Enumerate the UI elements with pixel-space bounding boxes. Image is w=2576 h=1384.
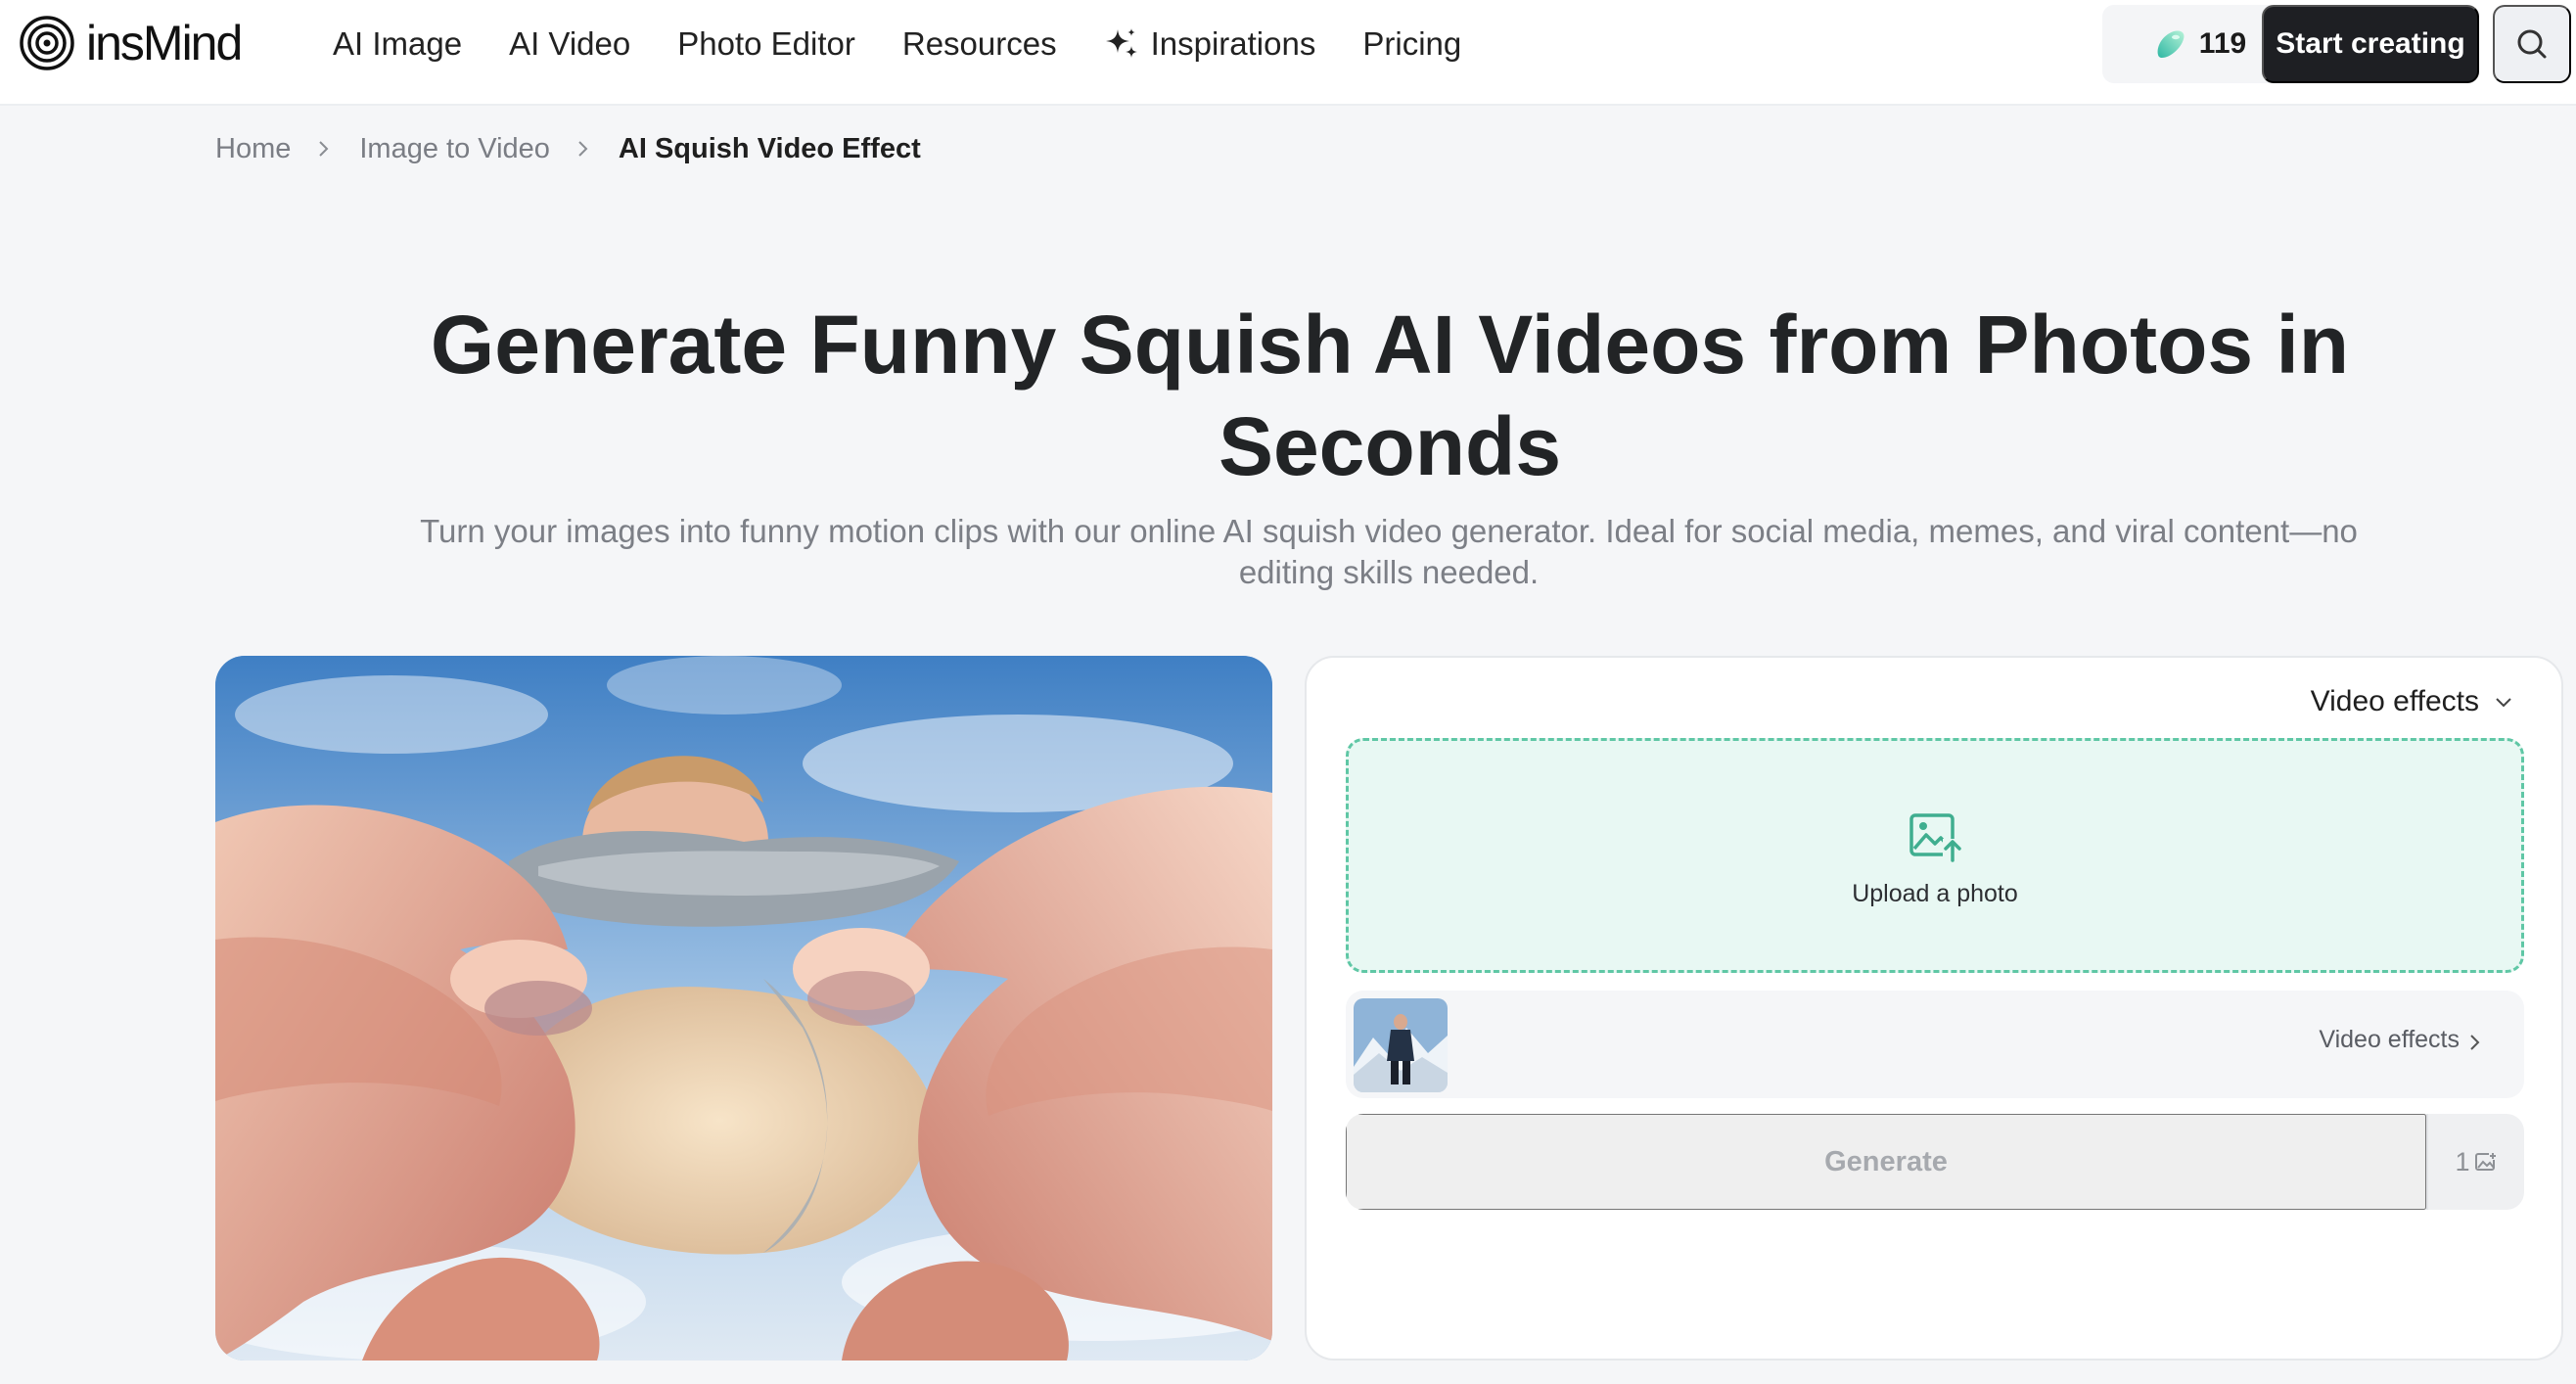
- effect-selector[interactable]: Video effects: [1346, 991, 2524, 1098]
- credits-value: 119: [2198, 27, 2247, 60]
- squish-illustration: [215, 656, 1272, 1361]
- image-count-icon: [2474, 1152, 2497, 1171]
- chevron-right-icon: [319, 141, 329, 157]
- nav-ai-image[interactable]: AI Image: [333, 25, 462, 63]
- generate-row: Generate 1: [1346, 1114, 2524, 1210]
- effect-preview-image: [215, 656, 1272, 1361]
- nav-photo-editor[interactable]: Photo Editor: [677, 25, 855, 63]
- chevron-right-icon: [2470, 1035, 2480, 1050]
- breadcrumb-image-to-video[interactable]: Image to Video: [359, 133, 550, 165]
- top-header: insMind AI Image AI Video Photo Editor R…: [0, 0, 2576, 106]
- search-button[interactable]: [2493, 5, 2571, 83]
- page-subtitle: Turn your images into funny motion clips…: [420, 513, 2358, 590]
- nav-pricing[interactable]: Pricing: [1362, 25, 1461, 63]
- page-title: Generate Funny Squish AI Videos from Pho…: [430, 299, 2350, 492]
- main-nav: AI Image AI Video Photo Editor Resources…: [333, 20, 1508, 69]
- page: insMind AI Image AI Video Photo Editor R…: [0, 0, 2576, 1384]
- generate-count-value: 1: [2455, 1146, 2470, 1176]
- brand-name: insMind: [86, 16, 243, 70]
- chevron-down-icon: [2496, 698, 2511, 708]
- start-creating-button[interactable]: Start creating: [2262, 5, 2479, 83]
- nav-inspirations[interactable]: Inspirations: [1104, 25, 1316, 63]
- video-effects-dropdown[interactable]: Video effects: [2311, 677, 2514, 726]
- generate-button[interactable]: Generate: [1346, 1114, 2426, 1210]
- generate-count: 1: [2428, 1114, 2524, 1210]
- search-icon: [2517, 29, 2547, 59]
- upload-label: Upload a photo: [1852, 879, 2018, 907]
- chevron-right-icon: [578, 141, 588, 157]
- breadcrumb: Home Image to Video AI Squish Video Effe…: [215, 129, 921, 168]
- breadcrumb-current: AI Squish Video Effect: [618, 132, 921, 164]
- nav-ai-video[interactable]: AI Video: [509, 25, 630, 63]
- upload-dropzone[interactable]: Upload a photo: [1346, 738, 2524, 973]
- video-effects-dropdown-label: Video effects: [2310, 685, 2479, 717]
- logo-icon: [20, 16, 74, 70]
- effect-thumbnail: [1354, 998, 1448, 1092]
- gem-icon: [2157, 30, 2185, 58]
- brand-logo[interactable]: insMind: [20, 16, 243, 70]
- breadcrumb-home[interactable]: Home: [215, 133, 291, 165]
- generator-panel: Video effects Upload a photo Video effec…: [1305, 656, 2563, 1361]
- nav-resources[interactable]: Resources: [902, 25, 1057, 63]
- sparkle-icon: [1105, 28, 1137, 58]
- image-upload-icon: [1909, 812, 1962, 862]
- effect-selector-label: Video effects: [2319, 1026, 2460, 1053]
- nav-inspirations-label: Inspirations: [1150, 25, 1316, 62]
